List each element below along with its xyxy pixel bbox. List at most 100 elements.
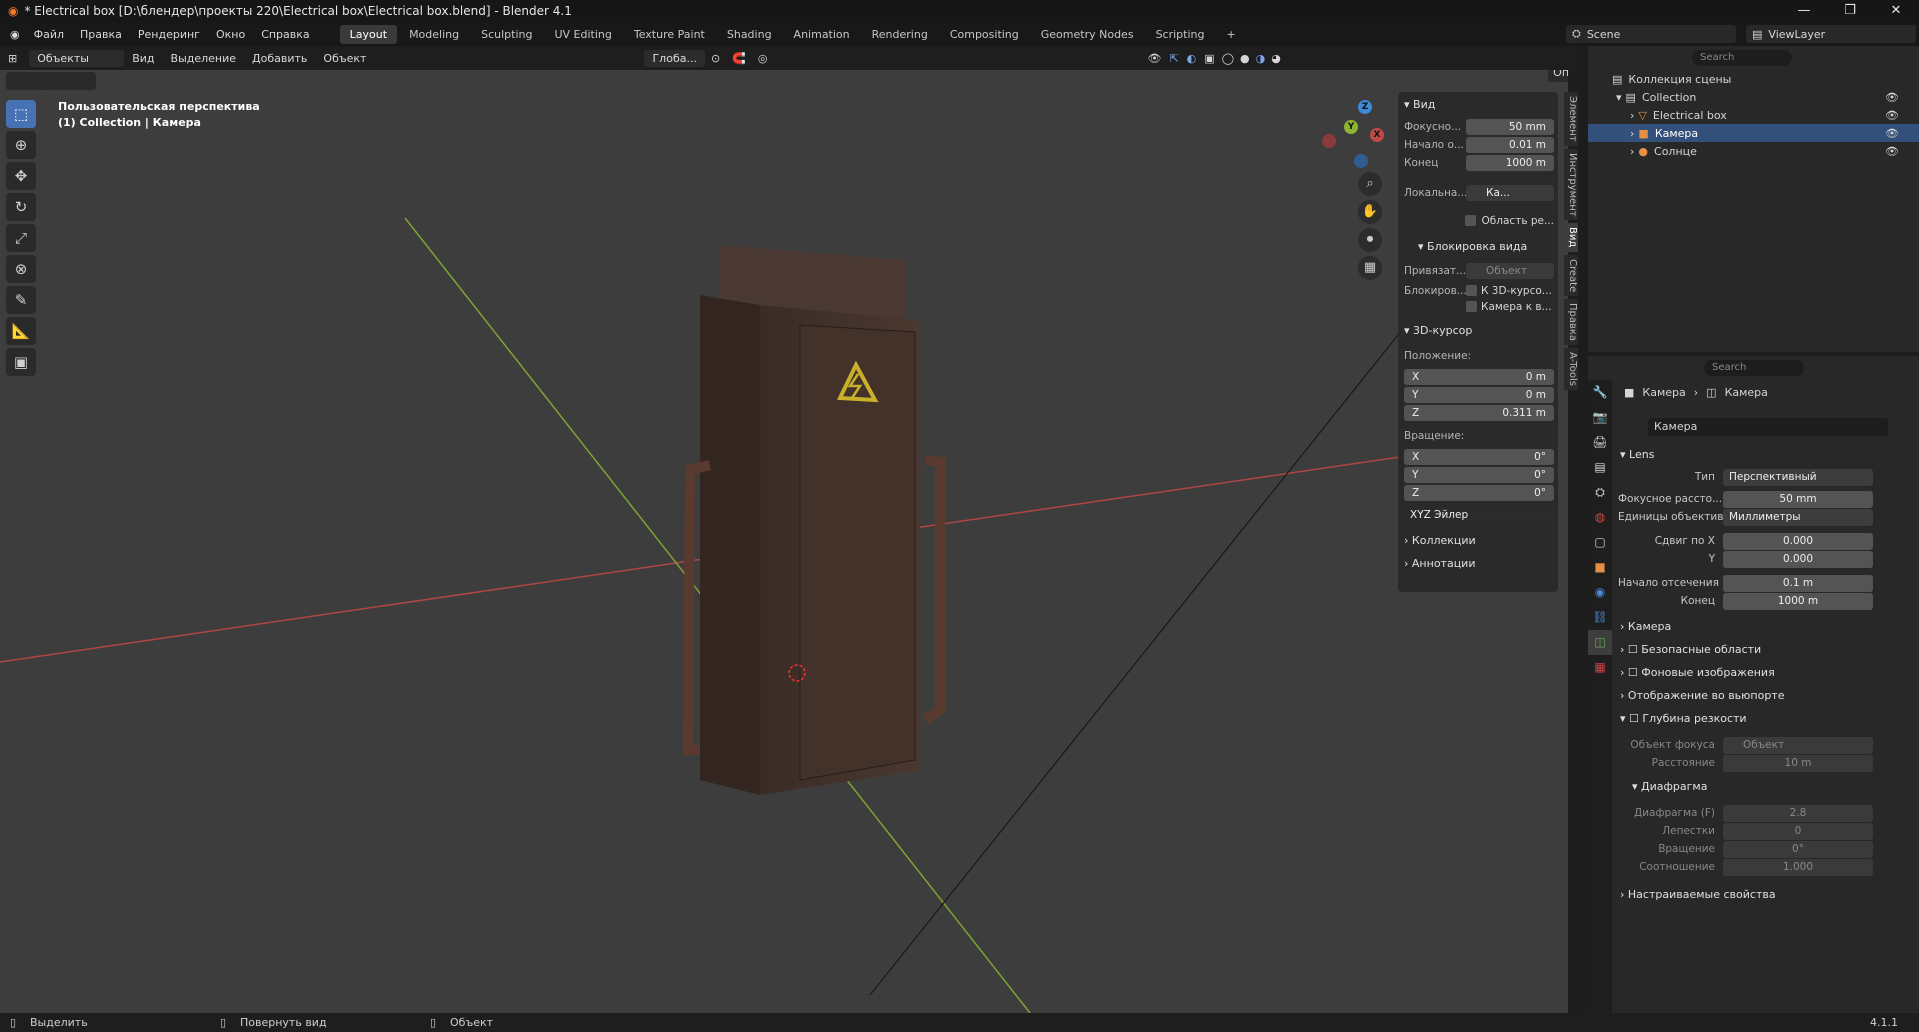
proportional-edit-icon[interactable]: ◎ (752, 52, 774, 65)
move-icon[interactable]: ✥ (6, 162, 36, 190)
shift-y-field[interactable]: 0.000 (1723, 550, 1873, 568)
render-tab-icon[interactable]: 📷 (1588, 405, 1612, 430)
outliner-item-camera[interactable]: › ■ Камера 👁 (1588, 124, 1919, 142)
blades-field[interactable]: 0 (1723, 822, 1873, 840)
cursor-loc-x-field[interactable]: X0 m (1404, 368, 1554, 385)
shading-wireframe-icon[interactable]: ◯ (1219, 52, 1237, 65)
lens-section-header[interactable]: ▾ Lens (1620, 448, 1654, 461)
menu-file[interactable]: Файл (26, 28, 72, 41)
tab-sculpting[interactable]: Sculpting (471, 25, 542, 44)
annotations-section[interactable]: › Аннотации (1404, 557, 1475, 570)
select-box-icon[interactable]: ⬚ (6, 100, 36, 128)
lock-camera-checkbox[interactable] (1466, 301, 1477, 312)
transform-orientation-dropdown[interactable]: Глоба... (644, 49, 705, 67)
menu-window[interactable]: Окно (208, 28, 253, 41)
shift-x-field[interactable]: 0.000 (1723, 532, 1873, 550)
maximize-button[interactable]: ❐ (1827, 0, 1873, 22)
tab-modeling[interactable]: Modeling (399, 25, 469, 44)
cursor-rot-x-field[interactable]: X 0° (1404, 448, 1554, 465)
view-layer-tab-icon[interactable]: ▤ (1588, 455, 1612, 480)
tab-shading[interactable]: Shading (717, 25, 782, 44)
clip-end-field[interactable]: 1000 m (1723, 592, 1873, 610)
tab-create[interactable]: Create (1564, 254, 1578, 296)
rotate-icon[interactable]: ↻ (6, 193, 36, 221)
tab-a-tools[interactable]: A-Tools (1564, 347, 1578, 390)
focus-distance-field[interactable]: 10 m (1723, 754, 1873, 772)
tab-item[interactable]: Элемент (1564, 92, 1578, 146)
select-mode-buttons[interactable] (6, 72, 96, 90)
pan-hand-icon[interactable]: ✋ (1358, 200, 1382, 224)
tab-rendering[interactable]: Rendering (862, 25, 938, 44)
object-tab-icon[interactable]: ■ (1588, 555, 1612, 580)
fstop-field[interactable]: 2.8 (1723, 804, 1873, 822)
focal-length-field[interactable]: 50 mm (1466, 118, 1554, 135)
ortho-grid-icon[interactable]: ▦ (1358, 256, 1382, 280)
zoom-icon[interactable]: ⌕ (1358, 172, 1382, 196)
tab-view[interactable]: Вид (1564, 223, 1578, 252)
outliner-item-electrical-box[interactable]: › ▽ Electrical box 👁 (1588, 106, 1919, 124)
shading-rendered-icon[interactable]: ◕ (1268, 52, 1284, 65)
visibility-icon[interactable]: 👁 (1143, 52, 1165, 65)
camera-view-icon[interactable]: ⏺ (1358, 228, 1382, 252)
blender-menu-icon[interactable]: ◉ (0, 28, 26, 41)
3d-cursor-header[interactable]: ▾ 3D-курсор (1404, 324, 1472, 337)
outliner-item-sun[interactable]: › ● Солнце 👁 (1588, 142, 1919, 160)
expand-icon[interactable]: ▾ (1616, 91, 1622, 104)
safe-areas-section-header[interactable]: › ☐ Безопасные области (1620, 643, 1761, 656)
shading-material-icon[interactable]: ◑ (1253, 52, 1269, 65)
editor-type-icon[interactable]: ⊞ (0, 52, 25, 65)
aperture-ratio-field[interactable]: 1.000 (1723, 858, 1873, 876)
menu-render[interactable]: Рендеринг (130, 28, 208, 41)
focal-length-field[interactable]: 50 mm (1723, 490, 1873, 508)
output-tab-icon[interactable]: 🖨 (1588, 430, 1612, 455)
mode-dropdown[interactable]: Объекты (29, 49, 125, 67)
xray-icon[interactable]: ▣ (1200, 52, 1218, 65)
cursor-loc-y-field[interactable]: Y0 m (1404, 386, 1554, 403)
tab-tool[interactable]: Инструмент (1564, 148, 1578, 221)
measure-icon[interactable]: 📐 (6, 317, 36, 345)
lens-type-dropdown[interactable]: Перспективный (1723, 468, 1873, 486)
cursor-icon[interactable]: ⊕ (6, 131, 36, 159)
gizmo-toggle-icon[interactable]: ⇱ (1165, 52, 1182, 65)
overlay-toggle-icon[interactable]: ◐ (1183, 52, 1201, 65)
view-lock-header[interactable]: ▾ Блокировка вида (1418, 240, 1527, 253)
menu-help[interactable]: Справка (253, 28, 317, 41)
focus-object-field[interactable]: Объект (1723, 736, 1873, 754)
scene-collection-row[interactable]: ▤ Коллекция сцены (1588, 70, 1919, 88)
tab-animation[interactable]: Animation (784, 25, 860, 44)
viewlayer-name[interactable]: ViewLayer (1768, 28, 1825, 41)
camera-data-tab-icon[interactable]: ◫ (1588, 630, 1612, 655)
tab-edit[interactable]: Правка (1564, 298, 1578, 345)
background-images-section-header[interactable]: › ☐ Фоновые изображения (1620, 666, 1775, 679)
visibility-eye-icon[interactable]: 👁 (1885, 91, 1899, 104)
annotate-icon[interactable]: ✎ (6, 286, 36, 314)
world-tab-icon[interactable]: ◍ (1588, 505, 1612, 530)
transform-icon[interactable]: ⊗ (6, 255, 36, 283)
viewport-display-section-header[interactable]: › Отображение во вьюпорте (1620, 689, 1785, 702)
constraints-tab-icon[interactable]: ⛓ (1588, 605, 1612, 630)
texture-tab-icon[interactable]: ▦ (1588, 655, 1612, 680)
tab-uv-editing[interactable]: UV Editing (544, 25, 621, 44)
aperture-section-header[interactable]: ▾ Диафрагма (1632, 780, 1707, 793)
view-section-header[interactable]: ▾ Вид (1404, 98, 1435, 111)
tab-compositing[interactable]: Compositing (940, 25, 1029, 44)
visibility-eye-icon[interactable]: 👁 (1885, 145, 1899, 158)
3d-viewport[interactable]: Пользовательская перспектива (1) Collect… (0, 70, 1568, 1013)
lens-units-dropdown[interactable]: Миллиметры (1723, 508, 1873, 526)
add-cube-icon[interactable]: ▣ (6, 348, 36, 376)
lock-object-field[interactable]: Объект (1466, 262, 1554, 279)
tab-texture-paint[interactable]: Texture Paint (624, 25, 715, 44)
cursor-rot-z-field[interactable]: Z 0° (1404, 484, 1554, 501)
collection-tab-icon[interactable]: ▢ (1588, 530, 1612, 555)
add-workspace-icon[interactable]: + (1216, 25, 1245, 44)
tool-tab-icon[interactable]: 🔧 (1588, 380, 1612, 405)
camera-datablock-field[interactable]: Камера (1648, 418, 1888, 436)
menu-add[interactable]: Добавить (244, 52, 315, 65)
pivot-icon[interactable]: ⊙ (705, 52, 726, 65)
depth-of-field-section-header[interactable]: ▾ ☐ Глубина резкости (1620, 712, 1747, 725)
properties-search-input[interactable]: Search (1704, 360, 1804, 376)
close-button[interactable]: ✕ (1873, 0, 1919, 22)
snap-icon[interactable]: 🧲 (726, 52, 752, 65)
cursor-loc-z-field[interactable]: Z 0.311 m (1404, 404, 1554, 421)
menu-select[interactable]: Выделение (163, 52, 245, 65)
